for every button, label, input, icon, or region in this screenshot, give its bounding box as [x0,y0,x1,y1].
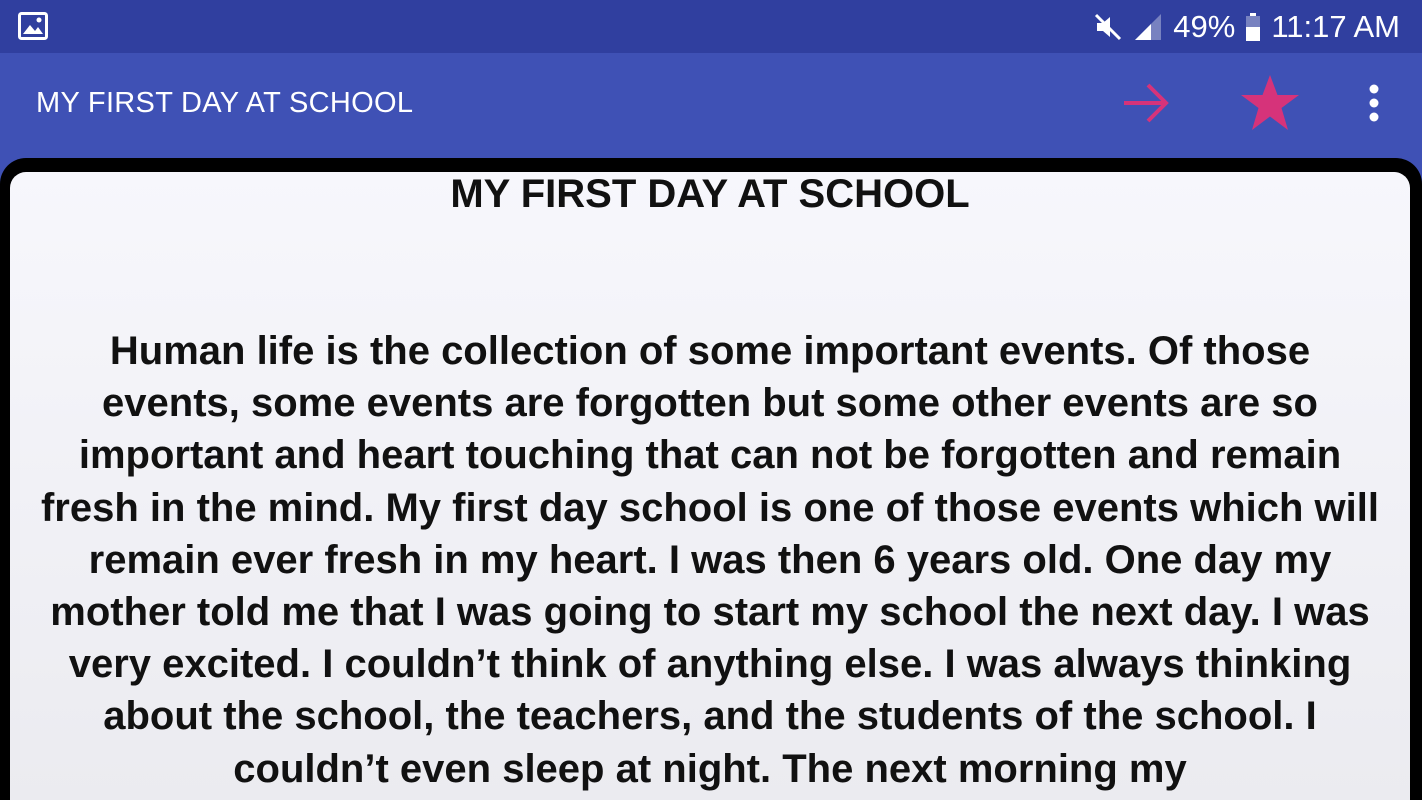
next-button[interactable] [1114,73,1178,137]
more-options-icon [1368,83,1380,128]
app-title: MY FIRST DAY AT SCHOOL [36,87,414,119]
clock: 11:17 AM [1271,8,1400,44]
more-options-button[interactable] [1342,73,1406,137]
next-arrow-icon [1120,77,1172,134]
image-icon [18,12,48,40]
signal-icon [1133,12,1163,42]
app-bar: MY FIRST DAY AT SCHOOL [0,53,1422,160]
status-indicators: 49% 11:17 AM [1093,0,1400,53]
story-body: Human life is the collection of some imp… [40,329,1379,791]
favorite-button[interactable] [1238,73,1302,137]
story-title: MY FIRST DAY AT SCHOOL [450,172,970,216]
battery-percent: 49% [1173,8,1236,44]
status-bar: 49% 11:17 AM [0,0,1422,53]
battery-icon [1245,12,1261,42]
story-scroll-view[interactable]: MY FIRST DAY AT SCHOOL Human life is the… [10,172,1410,800]
favorite-star-icon [1239,73,1301,138]
mute-icon [1093,12,1123,42]
